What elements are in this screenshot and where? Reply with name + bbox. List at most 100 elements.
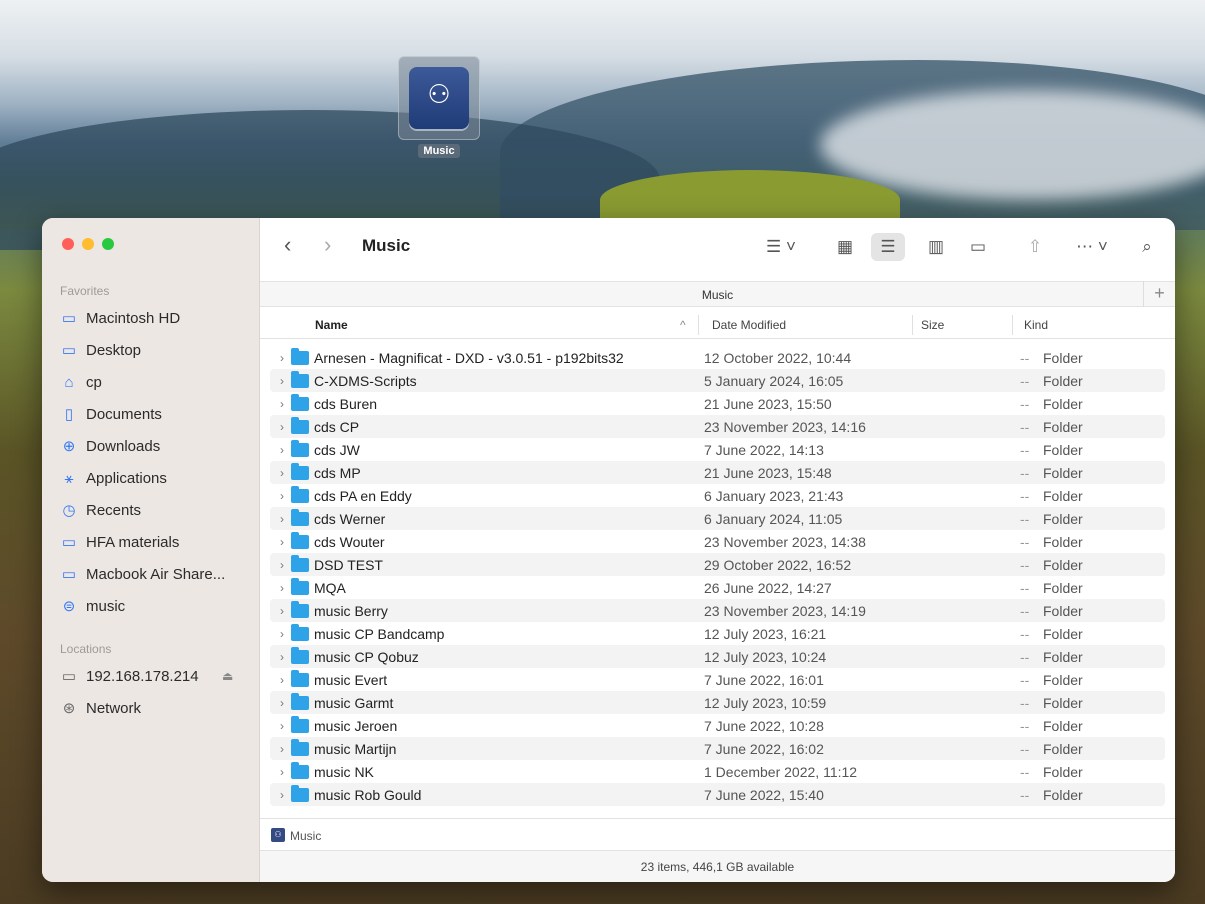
file-name: C-XDMS-Scripts	[314, 373, 417, 389]
disclosure-chevron-icon[interactable]: ›	[280, 604, 284, 618]
table-row[interactable]: › DSD TEST 29 October 2022, 16:52 -- Folder	[270, 553, 1165, 576]
disclosure-chevron-icon[interactable]: ›	[280, 489, 284, 503]
table-row[interactable]: › cds PA en Eddy 6 January 2023, 21:43 -- Fo…	[270, 484, 1165, 507]
table-row[interactable]: › music Berry 23 November 2023, 14:19 -- Fol…	[270, 599, 1165, 622]
table-row[interactable]: › music NK 1 December 2022, 11:12 -- Folder	[270, 760, 1165, 783]
sidebar-item-cp[interactable]: ⌂ cp	[60, 370, 101, 394]
table-row[interactable]: › cds Werner 6 January 2024, 11:05 -- Folder	[270, 507, 1165, 530]
table-row[interactable]: › cds MP 21 June 2023, 15:48 -- Folder	[270, 461, 1165, 484]
close-button[interactable]	[62, 238, 74, 250]
table-row[interactable]: › music Martijn 7 June 2022, 16:02 -- Folder	[270, 737, 1165, 760]
disclosure-chevron-icon[interactable]: ›	[280, 351, 284, 365]
sidebar-item-recents[interactable]: ◷ Recents	[60, 498, 141, 522]
folder-icon	[291, 739, 309, 756]
disclosure-chevron-icon[interactable]: ›	[280, 719, 284, 733]
sidebar-item-music[interactable]: ⊜ music	[60, 594, 125, 618]
disclosure-chevron-icon[interactable]: ›	[280, 535, 284, 549]
folder-icon	[291, 486, 309, 503]
table-row[interactable]: › C-XDMS-Scripts 5 January 2024, 16:05 -- Fo…	[270, 369, 1165, 392]
disclosure-chevron-icon[interactable]: ›	[280, 443, 284, 457]
disclosure-chevron-icon[interactable]: ›	[280, 696, 284, 710]
disclosure-chevron-icon[interactable]: ›	[280, 512, 284, 526]
sidebar-item-macintosh-hd[interactable]: ▭ Macintosh HD	[60, 306, 180, 330]
file-kind: Folder	[1043, 511, 1083, 527]
column-name[interactable]: Name	[315, 318, 348, 332]
disclosure-chevron-icon[interactable]: ›	[280, 673, 284, 687]
disclosure-chevron-icon[interactable]: ›	[280, 742, 284, 756]
disclosure-chevron-icon[interactable]: ›	[280, 397, 284, 411]
disclosure-chevron-icon[interactable]: ›	[280, 420, 284, 434]
disclosure-chevron-icon[interactable]: ›	[280, 558, 284, 572]
table-row[interactable]: › music Jeroen 7 June 2022, 10:28 -- Folder	[270, 714, 1165, 737]
eject-icon[interactable]: ⏏	[222, 669, 233, 683]
file-size: --	[1020, 649, 1030, 665]
folder-icon	[291, 647, 309, 664]
column-divider[interactable]	[698, 315, 699, 335]
sidebar-item-hfa-materials[interactable]: ▭ HFA materials	[60, 530, 179, 554]
sidebar-item-192-168-178-214[interactable]: ▭ 192.168.178.214	[60, 664, 199, 688]
column-size[interactable]: Size	[921, 318, 944, 332]
back-button[interactable]: ‹	[284, 232, 291, 258]
column-divider[interactable]	[1012, 315, 1013, 335]
file-name: music Evert	[314, 672, 388, 688]
disclosure-chevron-icon[interactable]: ›	[280, 788, 284, 802]
folder-icon	[291, 624, 309, 641]
desktop-music-volume[interactable]: ⚇ Music	[398, 56, 480, 159]
home-icon: ⌂	[64, 373, 74, 391]
column-divider[interactable]	[912, 315, 913, 335]
search-icon[interactable]: ⌕	[1136, 233, 1158, 261]
folder-icon	[291, 463, 309, 480]
sidebar-item-network[interactable]: ⊛ Network	[60, 696, 141, 720]
disclosure-chevron-icon[interactable]: ›	[280, 650, 284, 664]
sort-ascending-icon[interactable]: ^	[680, 318, 686, 332]
table-row[interactable]: › cds Buren 21 June 2023, 15:50 -- Folder	[270, 392, 1165, 415]
file-name: music Martijn	[314, 741, 397, 757]
path-bar-item[interactable]: Music	[290, 829, 321, 843]
file-name: music CP Bandcamp	[314, 626, 445, 642]
table-row[interactable]: › Arnesen - Magnificat - DXD - v3.0.51 - …	[270, 346, 1165, 369]
zoom-button[interactable]	[102, 238, 114, 250]
disclosure-chevron-icon[interactable]: ›	[280, 627, 284, 641]
column-view-icon[interactable]: ▥	[924, 233, 948, 261]
table-row[interactable]: › MQA 26 June 2022, 14:27 -- Folder	[270, 576, 1165, 599]
file-date: 12 July 2023, 10:24	[704, 649, 827, 665]
file-date: 7 June 2022, 10:28	[704, 718, 824, 734]
minimize-button[interactable]	[82, 238, 94, 250]
applications-icon: ⚹	[64, 469, 74, 487]
disclosure-chevron-icon[interactable]: ›	[280, 765, 284, 779]
table-row[interactable]: › cds JW 7 June 2022, 14:13 -- Folder	[270, 438, 1165, 461]
group-by-button[interactable]: ☰ ˅	[760, 233, 802, 261]
column-kind[interactable]: Kind	[1024, 318, 1048, 332]
more-actions-icon[interactable]: ⋯ ˅	[1072, 233, 1112, 261]
sidebar-item-downloads[interactable]: ⊕ Downloads	[60, 434, 161, 458]
disclosure-chevron-icon[interactable]: ›	[280, 374, 284, 388]
file-kind: Folder	[1043, 465, 1083, 481]
gallery-view-icon[interactable]: ▭	[965, 233, 991, 261]
sidebar-item-desktop[interactable]: ▭ Desktop	[60, 338, 141, 362]
file-date: 23 November 2023, 14:16	[704, 419, 866, 435]
table-row[interactable]: › music Garmt 12 July 2023, 10:59 -- Folder	[270, 691, 1165, 714]
desktop-icon: ▭	[61, 342, 77, 359]
sidebar-item-documents[interactable]: ▯ Documents	[60, 402, 162, 426]
share-icon[interactable]: ⇧	[1025, 233, 1045, 261]
forward-button[interactable]: ›	[324, 232, 331, 258]
icon-view-icon[interactable]: ▦	[833, 233, 857, 261]
disclosure-chevron-icon[interactable]: ›	[280, 466, 284, 480]
disclosure-chevron-icon[interactable]: ›	[280, 581, 284, 595]
sidebar-item-applications[interactable]: ⚹ Applications	[60, 466, 166, 490]
table-row[interactable]: › cds CP 23 November 2023, 14:16 -- Folder	[270, 415, 1165, 438]
table-row[interactable]: › cds Wouter 23 November 2023, 14:38 -- Fold…	[270, 530, 1165, 553]
file-size: --	[1020, 741, 1030, 757]
folder-icon	[291, 509, 309, 526]
network-drive-icon: ⊜	[62, 598, 76, 615]
table-row[interactable]: › music Evert 7 June 2022, 16:01 -- Folder	[270, 668, 1165, 691]
file-kind: Folder	[1043, 534, 1083, 550]
table-row[interactable]: › music CP Bandcamp 12 July 2023, 16:21 -- F…	[270, 622, 1165, 645]
list-view-icon[interactable]: ☰	[871, 233, 905, 261]
column-date[interactable]: Date Modified	[712, 318, 786, 332]
new-tab-button[interactable]: +	[1143, 281, 1175, 307]
table-row[interactable]: › music CP Qobuz 12 July 2023, 10:24 -- Fold…	[270, 645, 1165, 668]
sidebar-item-macbook-air-share[interactable]: ▭ Macbook Air Share...	[60, 562, 225, 586]
tab-title[interactable]: Music	[260, 288, 1175, 302]
table-row[interactable]: › music Rob Gould 7 June 2022, 15:40 -- Fold…	[270, 783, 1165, 806]
